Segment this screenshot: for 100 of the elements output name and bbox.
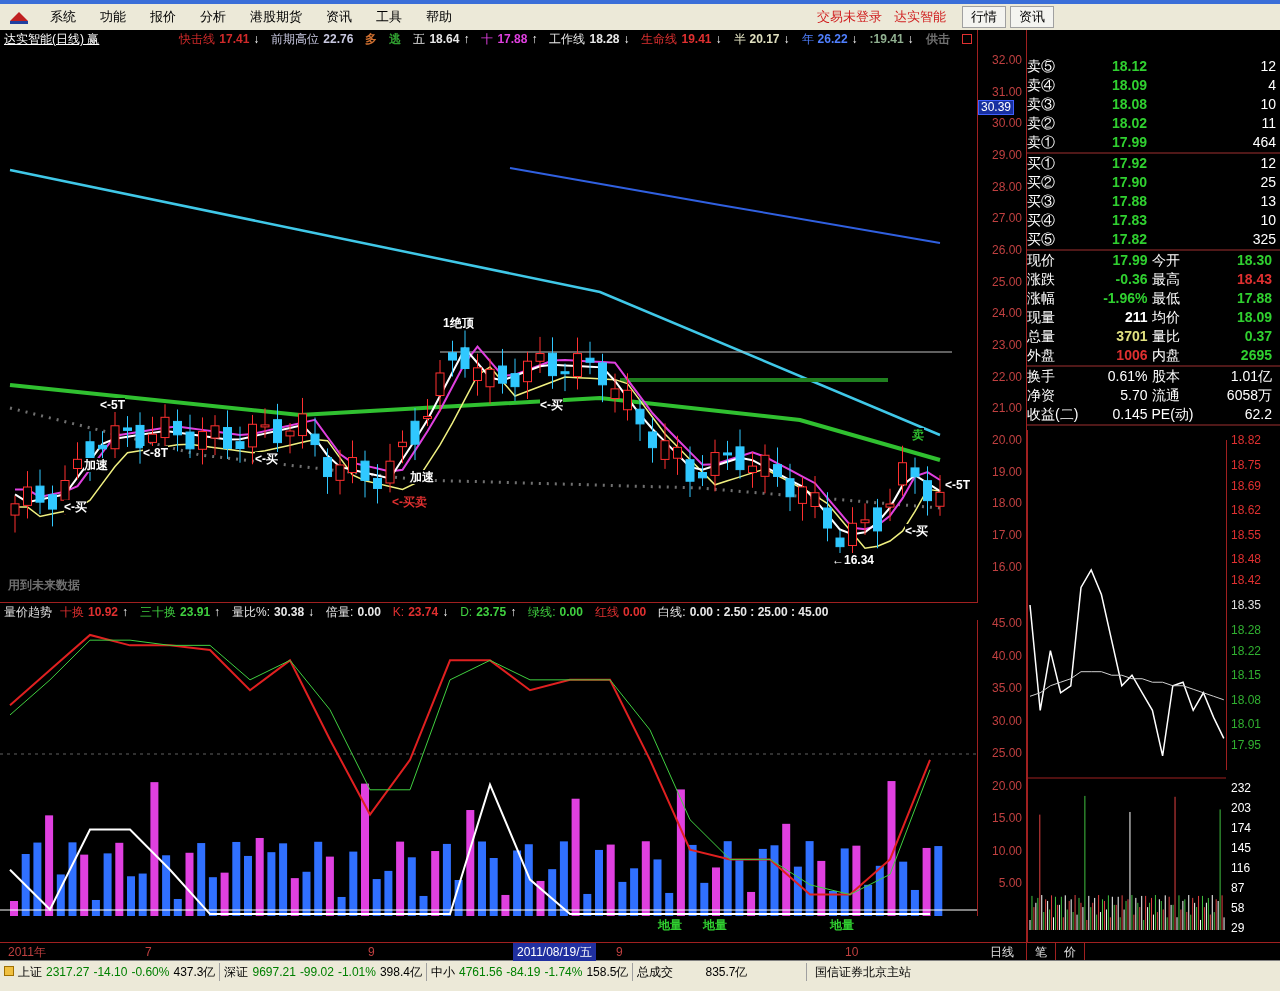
order-volume: 10 [1259, 211, 1276, 230]
order-level-label: 卖④ [1027, 76, 1056, 95]
indicator-label: 十换 [60, 603, 84, 621]
axis-tick-label: 30.00 [991, 116, 1022, 131]
axis-tick-label: 26.00 [991, 242, 1022, 257]
menu-item[interactable]: 工具 [364, 7, 414, 27]
time-axis-label: 2011/08/19/五 [513, 943, 596, 961]
arrow-glyph: ↓ [851, 31, 858, 48]
stat-value: 18.43 [1235, 270, 1273, 289]
index-change: -14.10 [93, 964, 128, 981]
chart-annotation: 卖 [912, 428, 924, 442]
order-price: 18.02 [1110, 114, 1147, 133]
intraday-price-label: 18.15 [1231, 668, 1262, 683]
indicator-label: 工作线 [549, 31, 586, 48]
stat-label: 收益(二) [1027, 405, 1079, 424]
stat-value: 2695 [1239, 346, 1273, 365]
total-value: 835.7亿 [705, 964, 748, 981]
intraday-price-label: 18.35 [1231, 598, 1262, 612]
indicator-label: 半 [733, 31, 746, 48]
order-level-label: 卖② [1027, 114, 1056, 133]
stat-label: 外盘 [1027, 346, 1056, 365]
stat-label: 内盘 [1151, 346, 1181, 365]
intraday-volume-label: 203 [1230, 800, 1253, 817]
intraday-price-label: 18.82 [1231, 433, 1262, 447]
stat-value: 5.70 [1119, 386, 1149, 405]
menu-item[interactable]: 报价 [138, 7, 188, 27]
chart-annotation: <-买 [905, 524, 928, 538]
menu-item[interactable]: 帮助 [414, 7, 464, 27]
toolbar-button[interactable]: 资讯 [1010, 6, 1054, 28]
stat-label: 流通 [1151, 386, 1180, 405]
axis-tick-label: 22.00 [991, 369, 1022, 384]
chart-annotation: ←16.34 [832, 553, 875, 567]
axis-tick-label: 29.00 [991, 147, 1022, 162]
indicator-title: 量价趋势 [4, 603, 52, 621]
stat-label: 现量 [1027, 308, 1056, 327]
order-volume: 464 [1251, 133, 1276, 152]
chart-annotation: 1绝顶 [443, 316, 474, 330]
indicator-label: 五 [413, 31, 426, 48]
stat-label: 涨跌 [1027, 270, 1056, 289]
chart-annotation: 地量 [830, 916, 854, 934]
indicator-value: 19.41 [681, 31, 712, 48]
arrow-glyph: ↓ [715, 31, 722, 48]
intraday-price-label: 18.55 [1231, 527, 1262, 542]
stat-label: PE(动) [1151, 405, 1194, 424]
axis-tick-label: 20.00 [991, 778, 1022, 793]
index-value: 4761.56 [458, 964, 503, 981]
intraday-price-label: 18.62 [1231, 503, 1262, 518]
login-status-text: 交易未登录 [817, 8, 882, 27]
index-amount: 437.3亿 [173, 964, 216, 981]
intraday-volume-label: 58 [1230, 900, 1246, 917]
index-name: 深证 [224, 964, 249, 981]
square-icon [961, 34, 972, 44]
menu-item[interactable]: 功能 [88, 7, 138, 27]
stat-value: 0.145 [1111, 405, 1149, 424]
time-axis-label: 10 [845, 944, 859, 961]
indicator-value: 0.00 : 2.50 : 25.00 : 45.00 [689, 603, 829, 621]
time-axis-label: 9 [368, 944, 375, 961]
indicator-label: 白线: [658, 603, 686, 621]
indicator-label: 倍量: [326, 603, 354, 621]
stat-value: 18.30 [1235, 251, 1273, 270]
login-status-text: 达实智能 [894, 8, 946, 27]
indicator-label: 红线 [594, 603, 619, 621]
index-amount: 398.4亿 [379, 964, 422, 981]
order-price: 17.82 [1110, 230, 1147, 249]
stat-label: 均价 [1151, 308, 1181, 327]
stat-value: 17.88 [1235, 289, 1273, 308]
arrow-glyph: ↑ [463, 31, 470, 48]
stat-value: 6058万 [1225, 386, 1273, 405]
stat-label: 涨幅 [1027, 289, 1056, 308]
indicator-value: 18.64 [429, 31, 460, 48]
chart-annotation: 加速 [410, 470, 434, 484]
axis-tick-label: 30.00 [991, 713, 1022, 728]
time-axis-label: 2011年 [8, 944, 46, 961]
menu-item[interactable]: 系统 [38, 7, 88, 27]
menu-item[interactable]: 资讯 [314, 7, 364, 27]
axis-tick-label: 16.00 [991, 559, 1022, 574]
period-label: 日线 [990, 943, 1014, 961]
indicator-label: 供击 [925, 31, 950, 48]
order-price: 18.09 [1110, 76, 1147, 95]
axis-tick-label: 27.00 [991, 211, 1022, 226]
axis-tick-label: 17.00 [991, 528, 1022, 543]
menu-item[interactable]: 分析 [188, 7, 238, 27]
toolbar-button[interactable]: 行情 [962, 6, 1006, 28]
indicator-value: 23.91 [180, 603, 211, 621]
intraday-volume-label: 116 [1230, 860, 1252, 877]
chart-annotation: 地量 [703, 916, 727, 934]
app-logo-icon [8, 9, 30, 25]
chart-annotation: 加速 [84, 458, 108, 472]
index-value: 2317.27 [46, 964, 90, 981]
arrow-glyph: ↑ [214, 603, 221, 621]
order-volume: 13 [1259, 192, 1276, 211]
intraday-price-label: 18.22 [1231, 643, 1262, 658]
stat-label: 总量 [1027, 327, 1056, 346]
intraday-price-label: 18.42 [1231, 573, 1262, 588]
index-name: 中小 [430, 964, 455, 981]
menu-item[interactable]: 港股期货 [238, 7, 314, 27]
stat-value: 18.09 [1235, 308, 1273, 327]
order-level-label: 卖⑤ [1027, 57, 1056, 76]
order-volume: 10 [1259, 95, 1276, 114]
indicator-value: 10.92 [88, 603, 119, 621]
